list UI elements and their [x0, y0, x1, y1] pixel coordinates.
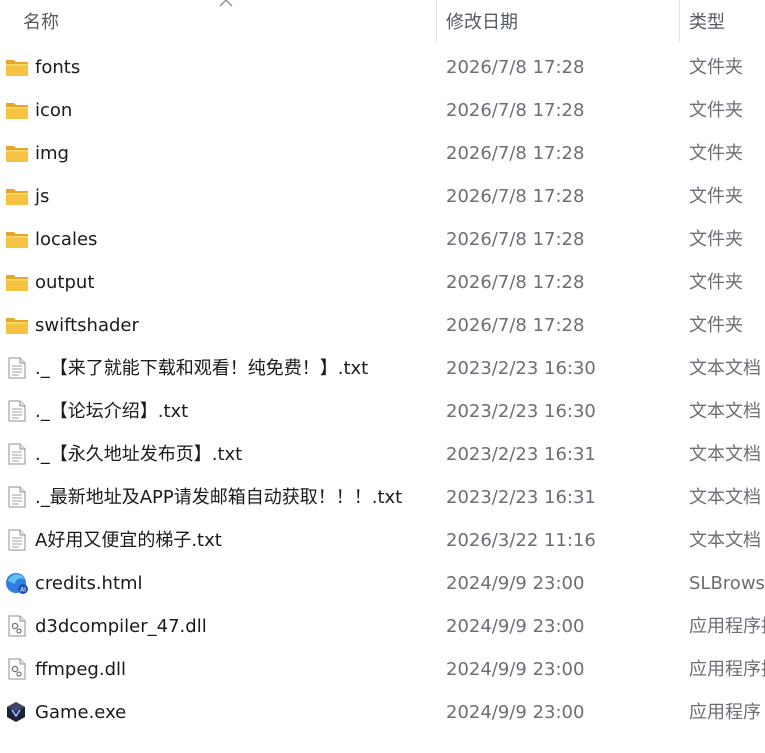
file-modified-date: 2026/3/22 11:16: [446, 530, 596, 551]
file-modified-date: 2026/7/8 17:28: [446, 229, 585, 250]
file-type: 文件夹: [689, 229, 743, 250]
file-modified-date: 2023/2/23 16:30: [446, 401, 596, 422]
file-type: 文件夹: [689, 57, 743, 78]
folder-icon: [6, 232, 28, 248]
folder-icon: [6, 275, 28, 291]
column-header-type-label: 类型: [689, 12, 725, 33]
file-name[interactable]: js: [35, 175, 49, 218]
file-name[interactable]: output: [35, 261, 94, 304]
folder-icon: [6, 146, 28, 162]
folder-icon: [6, 103, 28, 119]
file-type: 应用程序扩: [689, 616, 765, 637]
column-header-name-label: 名称: [23, 12, 59, 33]
file-name[interactable]: credits.html: [35, 562, 143, 605]
file-row[interactable]: ._【来了就能下载和观看！纯免费！】.txt 2023/2/23 16:30 文本文…: [0, 347, 765, 390]
file-row[interactable]: ._【论坛介绍】.txt 2023/2/23 16:30 文本文档: [0, 390, 765, 433]
file-modified-date: 2026/7/8 17:28: [446, 100, 585, 121]
file-type: 文本文档: [689, 444, 761, 465]
file-row[interactable]: ._最新地址及APP请发邮箱自动获取！！！.txt 2023/2/23 16:31…: [0, 476, 765, 519]
file-name[interactable]: A好用又便宜的梯子.txt: [35, 519, 222, 562]
file-name[interactable]: ._【论坛介绍】.txt: [35, 390, 188, 433]
file-type: 文件夹: [689, 272, 743, 293]
file-type: 文本文档: [689, 487, 761, 508]
file-type: 应用程序扩: [689, 659, 765, 680]
file-type: 文本文档: [689, 530, 761, 551]
text-file-icon: [8, 529, 26, 551]
file-type: 文本文档: [689, 358, 761, 379]
file-name[interactable]: ._最新地址及APP请发邮箱自动获取！！！.txt: [35, 476, 402, 519]
file-modified-date: 2023/2/23 16:31: [446, 487, 596, 508]
text-file-icon: [8, 400, 26, 422]
file-row[interactable]: ffmpeg.dll 2024/9/9 23:00 应用程序扩: [0, 648, 765, 691]
text-file-icon: [8, 357, 26, 379]
game-exe-icon: [7, 702, 25, 722]
file-name[interactable]: img: [35, 132, 69, 175]
file-name[interactable]: ffmpeg.dll: [35, 648, 126, 691]
file-name[interactable]: fonts: [35, 46, 80, 89]
file-modified-date: 2023/2/23 16:30: [446, 358, 596, 379]
file-row[interactable]: img 2026/7/8 17:28 文件夹: [0, 132, 765, 175]
file-list: fonts 2026/7/8 17:28 文件夹 icon 2026/7/8 17:28…: [0, 8, 765, 734]
file-type: 文件夹: [689, 143, 743, 164]
file-modified-date: 2026/7/8 17:28: [446, 186, 585, 207]
file-row[interactable]: d3dcompiler_47.dll 2024/9/9 23:00 应用程序扩: [0, 605, 765, 648]
column-header-date[interactable]: 修改日期: [437, 0, 679, 42]
file-type: 应用程序: [689, 702, 761, 723]
file-type: 文件夹: [689, 315, 743, 336]
file-modified-date: 2026/7/8 17:28: [446, 143, 585, 164]
column-header-name[interactable]: 名称: [0, 0, 436, 42]
file-type: 文本文档: [689, 401, 761, 422]
folder-icon: [6, 60, 28, 76]
dll-file-icon: [8, 658, 26, 680]
text-file-icon: [8, 443, 26, 465]
folder-icon: [6, 189, 28, 205]
file-modified-date: 2024/9/9 23:00: [446, 616, 585, 637]
file-name[interactable]: Game.exe: [35, 691, 126, 734]
file-name[interactable]: ._【来了就能下载和观看！纯免费！】.txt: [35, 347, 368, 390]
file-row[interactable]: locales 2026/7/8 17:28 文件夹: [0, 218, 765, 261]
file-name[interactable]: ._【永久地址发布页】.txt: [35, 433, 242, 476]
file-modified-date: 2026/7/8 17:28: [446, 57, 585, 78]
file-row[interactable]: A好用又便宜的梯子.txt 2026/3/22 11:16 文本文档: [0, 519, 765, 562]
browser-html-icon: AI: [6, 573, 28, 594]
column-header-bar: 名称 修改日期 类型: [0, 0, 765, 42]
file-modified-date: 2024/9/9 23:00: [446, 659, 585, 680]
column-header-type[interactable]: 类型: [680, 0, 765, 42]
file-type: SLBrowse: [689, 573, 765, 594]
file-name[interactable]: locales: [35, 218, 97, 261]
file-row[interactable]: output 2026/7/8 17:28 文件夹: [0, 261, 765, 304]
file-type: 文件夹: [689, 186, 743, 207]
file-name[interactable]: swiftshader: [35, 304, 139, 347]
column-header-date-label: 修改日期: [446, 12, 518, 33]
file-name[interactable]: icon: [35, 89, 72, 132]
file-modified-date: 2024/9/9 23:00: [446, 573, 585, 594]
file-row[interactable]: swiftshader 2026/7/8 17:28 文件夹: [0, 304, 765, 347]
file-row[interactable]: icon 2026/7/8 17:28 文件夹: [0, 89, 765, 132]
file-modified-date: 2024/9/9 23:00: [446, 702, 585, 723]
file-name[interactable]: d3dcompiler_47.dll: [35, 605, 207, 648]
file-modified-date: 2026/7/8 17:28: [446, 315, 585, 336]
file-row[interactable]: js 2026/7/8 17:28 文件夹: [0, 175, 765, 218]
file-row[interactable]: fonts 2026/7/8 17:28 文件夹: [0, 46, 765, 89]
file-modified-date: 2023/2/23 16:31: [446, 444, 596, 465]
folder-icon: [6, 318, 28, 334]
file-type: 文件夹: [689, 100, 743, 121]
file-modified-date: 2026/7/8 17:28: [446, 272, 585, 293]
svg-text:AI: AI: [20, 587, 26, 594]
dll-file-icon: [8, 615, 26, 637]
file-row[interactable]: Game.exe 2024/9/9 23:00 应用程序: [0, 691, 765, 734]
file-row[interactable]: AI credits.html 2024/9/9 23:00 SLBrowse: [0, 562, 765, 605]
text-file-icon: [8, 486, 26, 508]
file-row[interactable]: ._【永久地址发布页】.txt 2023/2/23 16:31 文本文档: [0, 433, 765, 476]
